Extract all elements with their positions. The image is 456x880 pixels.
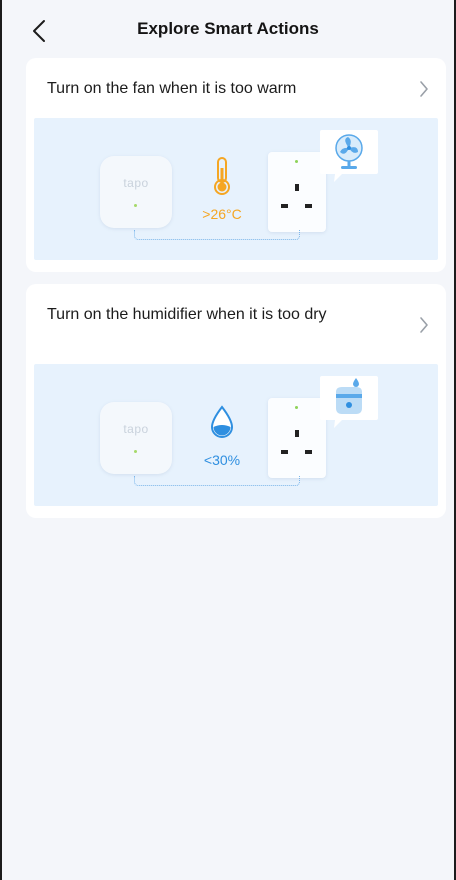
- card-title: Turn on the fan when it is too warm: [47, 80, 297, 97]
- page-title: Explore Smart Actions: [137, 19, 319, 38]
- chevron-right-icon: [416, 314, 432, 336]
- tapo-logo: tapo: [123, 422, 149, 436]
- chevron-right-icon: [416, 78, 432, 100]
- plug-pin: [295, 430, 299, 437]
- tapo-logo: tapo: [123, 176, 149, 190]
- tapo-sensor-device: tapo: [100, 402, 172, 474]
- fan-icon: [318, 128, 380, 184]
- plug-pin: [305, 204, 312, 208]
- smart-action-card-fan[interactable]: Turn on the fan when it is too warm tapo…: [26, 58, 446, 272]
- plug-pin: [295, 184, 299, 191]
- card-title: Turn on the humidifier when it is too dr…: [47, 306, 327, 323]
- water-drop-icon: [202, 400, 242, 444]
- plug-led: [295, 160, 298, 163]
- tapo-sensor-device: tapo: [100, 156, 172, 228]
- connection-line: [134, 230, 300, 240]
- thermometer-icon: [202, 154, 242, 198]
- sensor-led: [134, 204, 137, 207]
- plug-led: [295, 406, 298, 409]
- smart-action-card-humidifier[interactable]: Turn on the humidifier when it is too dr…: [26, 284, 446, 518]
- humidifier-icon: [318, 374, 380, 430]
- humidity-threshold: <30%: [203, 452, 241, 468]
- header-bar: Explore Smart Actions: [2, 0, 454, 60]
- plug-pin: [281, 204, 288, 208]
- sensor-led: [134, 450, 137, 453]
- connection-line: [134, 476, 300, 486]
- temperature-threshold: >26°C: [202, 206, 242, 222]
- plug-pin: [281, 450, 288, 454]
- plug-pin: [305, 450, 312, 454]
- action-illustration: tapo <30%: [34, 364, 438, 506]
- action-illustration: tapo >26°C: [34, 118, 438, 260]
